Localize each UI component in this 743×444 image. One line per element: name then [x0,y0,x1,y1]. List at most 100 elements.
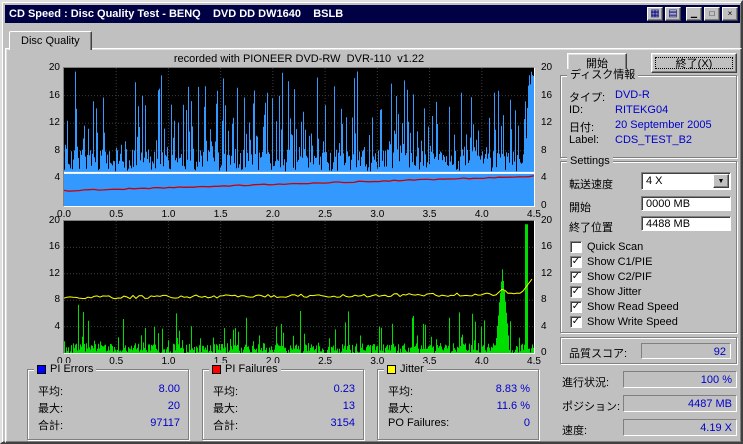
checkbox-box[interactable]: ✓ [570,315,582,328]
y-tick-label: 16 [541,241,553,253]
y-tick-label: 12 [48,117,60,129]
recorded-with-text: recorded with PIONEER DVD-RW DVR-110 v1.… [173,53,425,65]
checkbox-show-c2-pif[interactable]: ✓ Show C2/PIF [570,270,652,283]
x-tick-label: 3.0 [370,356,385,367]
y-tick-label: 20 [48,62,60,73]
checkbox-box[interactable] [570,240,582,253]
close-button[interactable]: × [722,7,738,21]
checkbox-box[interactable]: ✓ [570,285,582,298]
y-tick-label: 4 [54,320,60,332]
y-tick-label: 12 [541,267,553,279]
checkbox-label: Quick Scan [587,240,644,253]
stat-label: 合計: [213,420,239,432]
stat-value: 97117 [150,417,180,429]
x-tick-label: 1.0 [161,356,176,367]
x-tick-label: 4.5 [527,356,541,367]
y-tick-label: 16 [48,89,60,101]
y-tick-label: 8 [54,294,60,306]
quality-score-value: 92 [713,346,726,358]
stat-label: 平均: [213,386,239,398]
x-tick-label: 0.5 [109,209,124,220]
checkbox-box[interactable]: ✓ [570,270,582,283]
stat-value: 8.83 % [495,383,530,395]
y-tick-label: 8 [541,144,547,156]
chart2-y-axis-right: 20 16 12 8 4 0 [539,215,561,358]
position-label: ポジション: [562,401,621,413]
y-tick-label: 8 [54,144,60,156]
stat-label: 平均: [388,386,414,398]
titlebar-buttons: ▦ ▤ ▁ □ × [645,7,738,21]
minimize-button[interactable]: ▁ [686,7,702,21]
checkbox-box[interactable]: ✓ [570,300,582,313]
jitter-panel-title: Jitter [384,363,427,376]
y-tick-label: 12 [541,117,553,129]
focus-rectangle [655,57,733,69]
legend-title-text: PI Errors [50,363,94,375]
exit-button[interactable]: 終了(X) [651,53,737,73]
quality-score-label: 品質スコア: [569,348,628,360]
window-title: CD Speed : Disc Quality Test - BENQ DVD … [9,8,344,20]
checkbox-label: Show C2/PIF [587,270,652,283]
tab-label: Disc Quality [21,35,80,47]
maximize-button[interactable]: □ [704,7,720,21]
chart1-y-axis-left: 20 16 12 8 4 [38,62,60,206]
y-tick-label: 20 [541,215,553,226]
legend-title-text: Jitter [400,363,424,375]
speed-status-box: 4.19 X [623,419,737,436]
disc-window-icon-button[interactable]: ▤ [665,7,681,21]
x-tick-label: 4.0 [474,209,489,220]
x-tick-label: 2.0 [265,209,280,220]
x-tick-label: 0.5 [109,356,124,367]
settings-group: Settings 転送速度 4 X ▼ 開始 0000 MB 終了位置 4488… [560,155,737,333]
disc-type-value: DVD-R [615,89,650,101]
stat-label: 最大: [38,403,64,415]
stat-value: 8.00 [158,383,180,395]
stat-label: PO Failures: [388,417,450,429]
stat-value: 0 [523,417,530,429]
legend-swatch [387,365,396,374]
progress-box: 100 % [623,371,737,388]
disc-type-label: タイプ: [569,92,606,104]
checkbox-show-jitter[interactable]: ✓ Show Jitter [570,285,641,298]
speed-status-label: 速度: [562,425,588,437]
checkbox-box[interactable]: ✓ [570,255,582,268]
pi-errors-panel-title: PI Errors [34,363,97,376]
cd-speed-window: CD Speed : Disc Quality Test - BENQ DVD … [0,0,743,444]
legend-swatch [212,365,221,374]
y-tick-label: 4 [541,320,547,332]
stat-label: 合計: [38,420,64,432]
chart1-y-axis-right: 20 16 12 8 4 0 [539,62,561,211]
y-tick-label: 20 [48,215,60,226]
disc-label-label: Label: [569,134,599,146]
y-tick-label: 20 [541,62,553,73]
titlebar[interactable]: CD Speed : Disc Quality Test - BENQ DVD … [5,5,740,23]
chart-window-icon-button[interactable]: ▦ [647,7,663,21]
pi-errors-chart [63,67,535,207]
x-tick-label: 2.5 [318,209,333,220]
chart2-y-axis-left: 20 16 12 8 4 [38,215,60,353]
disc-label-value: CDS_TEST_B2 [615,134,693,146]
checkbox-show-c1-pie[interactable]: ✓ Show C1/PIE [570,255,652,268]
checkbox-show-read-speed[interactable]: ✓ Show Read Speed [570,300,679,313]
progress-label: 進行状況: [562,377,610,389]
y-tick-label: 16 [48,241,60,253]
y-tick-label: 12 [48,267,60,279]
checkbox-quick-scan[interactable]: Quick Scan [570,240,643,253]
checkbox-list: Quick Scan ✓ Show C1/PIE ✓ Show C2/PIF ✓ Show … [561,162,736,332]
disc-info-title: ディスク情報 [567,69,639,82]
tab-disc-quality[interactable]: Disc Quality [9,31,92,50]
pi-failures-panel: PI Failures 平均: 0.23 最大: 13 合計: 3154 [202,363,364,440]
y-tick-label: 8 [541,294,547,306]
jitter-panel: Jitter 平均: 8.83 % 最大: 11.6 % PO Failures… [377,363,539,440]
checkbox-label: Show Write Speed [587,315,678,328]
x-tick-label: 3.0 [370,209,385,220]
y-tick-label: 0 [541,347,547,358]
disc-id-label: ID: [569,104,584,116]
checkbox-show-write-speed[interactable]: ✓ Show Write Speed [570,315,678,328]
stat-value: 20 [167,400,180,412]
y-tick-label: 4 [541,172,547,184]
x-tick-label: 1.0 [161,209,176,220]
x-tick-label: 2.5 [318,356,333,367]
progress-value: 100 % [700,374,732,386]
y-tick-label: 16 [541,89,553,101]
